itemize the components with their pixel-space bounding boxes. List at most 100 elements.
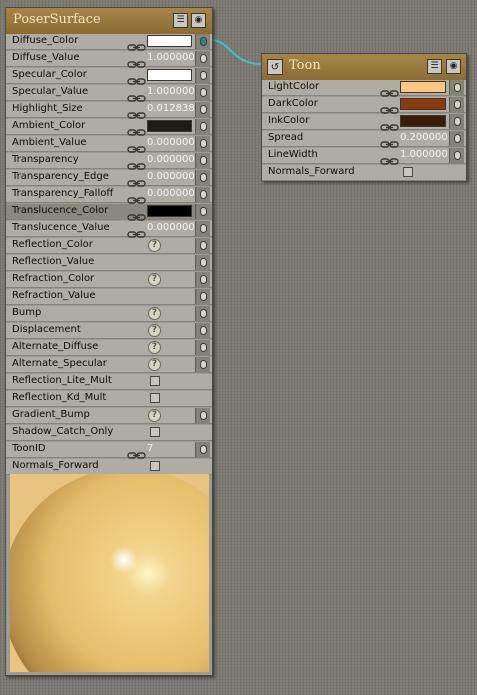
link-icon[interactable] — [380, 100, 400, 114]
param-row[interactable]: Gradient_Bump? — [6, 408, 212, 424]
color-swatch[interactable] — [147, 69, 192, 81]
param-row[interactable]: Specular_Color — [6, 68, 212, 85]
checkbox[interactable] — [403, 167, 413, 177]
param-row[interactable]: Reflection_Color? — [6, 238, 212, 254]
link-icon[interactable] — [127, 105, 147, 119]
color-swatch[interactable] — [400, 81, 446, 93]
link-icon[interactable] — [127, 71, 147, 85]
help-icon[interactable]: ? — [148, 239, 161, 252]
param-row[interactable]: Reflection_Kd_Mult — [6, 391, 212, 407]
param-row[interactable]: Refraction_Value — [6, 289, 212, 305]
input-plug-icon[interactable] — [449, 80, 464, 95]
input-plug-icon[interactable] — [195, 119, 210, 134]
param-row[interactable]: Shadow_Catch_Only — [6, 425, 212, 441]
param-value[interactable]: 1.000000 — [147, 52, 195, 63]
link-icon[interactable] — [127, 37, 147, 51]
param-row[interactable]: Reflection_Lite_Mult — [6, 374, 212, 390]
menu-icon[interactable]: ☰ — [427, 59, 442, 74]
link-icon[interactable] — [127, 139, 147, 153]
input-plug-icon[interactable] — [195, 272, 210, 287]
param-value[interactable]: 0.000000 — [147, 188, 195, 199]
help-icon[interactable]: ? — [148, 358, 161, 371]
param-row[interactable]: Diffuse_Value 1.000000 — [6, 51, 212, 68]
param-row[interactable]: Translucence_Value 0.000000 — [6, 221, 212, 238]
param-row[interactable]: Alternate_Diffuse? — [6, 340, 212, 356]
link-icon[interactable] — [127, 190, 147, 204]
toon-node[interactable]: ↺ Toon ☰ ◉ LightColor DarkColor InkColor Sp… — [261, 53, 467, 181]
input-plug-icon[interactable] — [195, 323, 210, 338]
param-row[interactable]: Diffuse_Color — [6, 34, 212, 51]
input-plug-icon[interactable] — [195, 340, 210, 355]
input-plug-icon[interactable] — [195, 238, 210, 253]
color-swatch[interactable] — [147, 120, 192, 132]
link-icon[interactable] — [380, 83, 400, 97]
link-icon[interactable] — [127, 156, 147, 170]
color-swatch[interactable] — [147, 205, 192, 217]
input-plug-icon[interactable] — [195, 408, 210, 423]
param-row[interactable]: Transparency_Edge 0.000000 — [6, 170, 212, 187]
link-icon[interactable] — [380, 134, 400, 148]
param-row[interactable]: Ambient_Color — [6, 119, 212, 136]
param-value[interactable]: 0.000000 — [147, 154, 195, 165]
input-plug-icon[interactable] — [195, 221, 210, 236]
param-value[interactable]: 0.000000 — [147, 222, 195, 233]
menu-icon[interactable]: ☰ — [173, 13, 188, 28]
input-plug-icon[interactable] — [195, 442, 210, 457]
input-plug-icon[interactable] — [449, 114, 464, 129]
input-plug-icon[interactable] — [195, 170, 210, 185]
checkbox[interactable] — [150, 393, 160, 403]
param-row[interactable]: Reflection_Value — [6, 255, 212, 271]
checkbox[interactable] — [150, 461, 160, 471]
checkbox[interactable] — [150, 427, 160, 437]
param-row[interactable]: Normals_Forward — [262, 165, 466, 181]
param-row[interactable]: Bump? — [6, 306, 212, 322]
param-value[interactable]: 0.200000 — [400, 132, 448, 143]
color-swatch[interactable] — [400, 115, 446, 127]
link-icon[interactable] — [127, 224, 147, 238]
param-row[interactable]: Transparency 0.000000 — [6, 153, 212, 170]
help-icon[interactable]: ? — [148, 273, 161, 286]
help-icon[interactable]: ? — [148, 341, 161, 354]
param-row[interactable]: Normals_Forward — [6, 459, 212, 475]
param-value[interactable]: 0.000000 — [147, 171, 195, 182]
input-plug-icon[interactable] — [195, 153, 210, 168]
param-row[interactable]: Highlight_Size 0.012838 — [6, 102, 212, 119]
color-swatch[interactable] — [400, 98, 446, 110]
param-row[interactable]: Ambient_Value 0.000000 — [6, 136, 212, 153]
input-plug-icon[interactable] — [195, 102, 210, 117]
input-plug-icon[interactable] — [195, 204, 210, 219]
toon-title-bar[interactable]: ↺ Toon ☰ ◉ — [262, 54, 466, 82]
param-row[interactable]: Refraction_Color? — [6, 272, 212, 288]
param-row[interactable]: LightColor — [262, 80, 466, 97]
param-row[interactable]: DarkColor — [262, 97, 466, 114]
poser-surface-node[interactable]: PoserSurface ☰ ◉ Diffuse_Color Diffuse_Va… — [5, 7, 213, 676]
link-icon[interactable] — [127, 122, 147, 136]
param-row[interactable]: Alternate_Specular? — [6, 357, 212, 373]
input-plug-icon[interactable] — [449, 148, 464, 163]
param-row[interactable]: Transparency_Falloff 0.000000 — [6, 187, 212, 204]
help-icon[interactable]: ? — [148, 307, 161, 320]
param-value[interactable]: 0.000000 — [147, 137, 195, 148]
checkbox[interactable] — [150, 376, 160, 386]
link-icon[interactable] — [127, 54, 147, 68]
input-plug-icon[interactable] — [449, 97, 464, 112]
param-value[interactable]: 0.012838 — [147, 103, 195, 114]
input-plug-icon[interactable] — [195, 289, 210, 304]
link-icon[interactable] — [380, 151, 400, 165]
param-row[interactable]: Translucence_Color — [6, 204, 212, 221]
param-row[interactable]: Displacement? — [6, 323, 212, 339]
help-icon[interactable]: ? — [148, 324, 161, 337]
param-row[interactable]: Specular_Value 1.000000 — [6, 85, 212, 102]
link-icon[interactable] — [380, 117, 400, 131]
eye-icon[interactable]: ◉ — [446, 59, 461, 74]
input-plug-icon[interactable] — [195, 187, 210, 202]
eye-icon[interactable]: ◉ — [191, 13, 206, 28]
help-icon[interactable]: ? — [148, 409, 161, 422]
param-row[interactable]: InkColor — [262, 114, 466, 131]
input-plug-icon[interactable] — [449, 131, 464, 146]
poser-surface-title-bar[interactable]: PoserSurface ☰ ◉ — [6, 8, 212, 36]
input-plug-icon[interactable] — [195, 306, 210, 321]
param-value[interactable]: 7 — [147, 443, 153, 454]
param-row[interactable]: Spread 0.200000 — [262, 131, 466, 148]
input-plug-icon[interactable] — [195, 255, 210, 270]
